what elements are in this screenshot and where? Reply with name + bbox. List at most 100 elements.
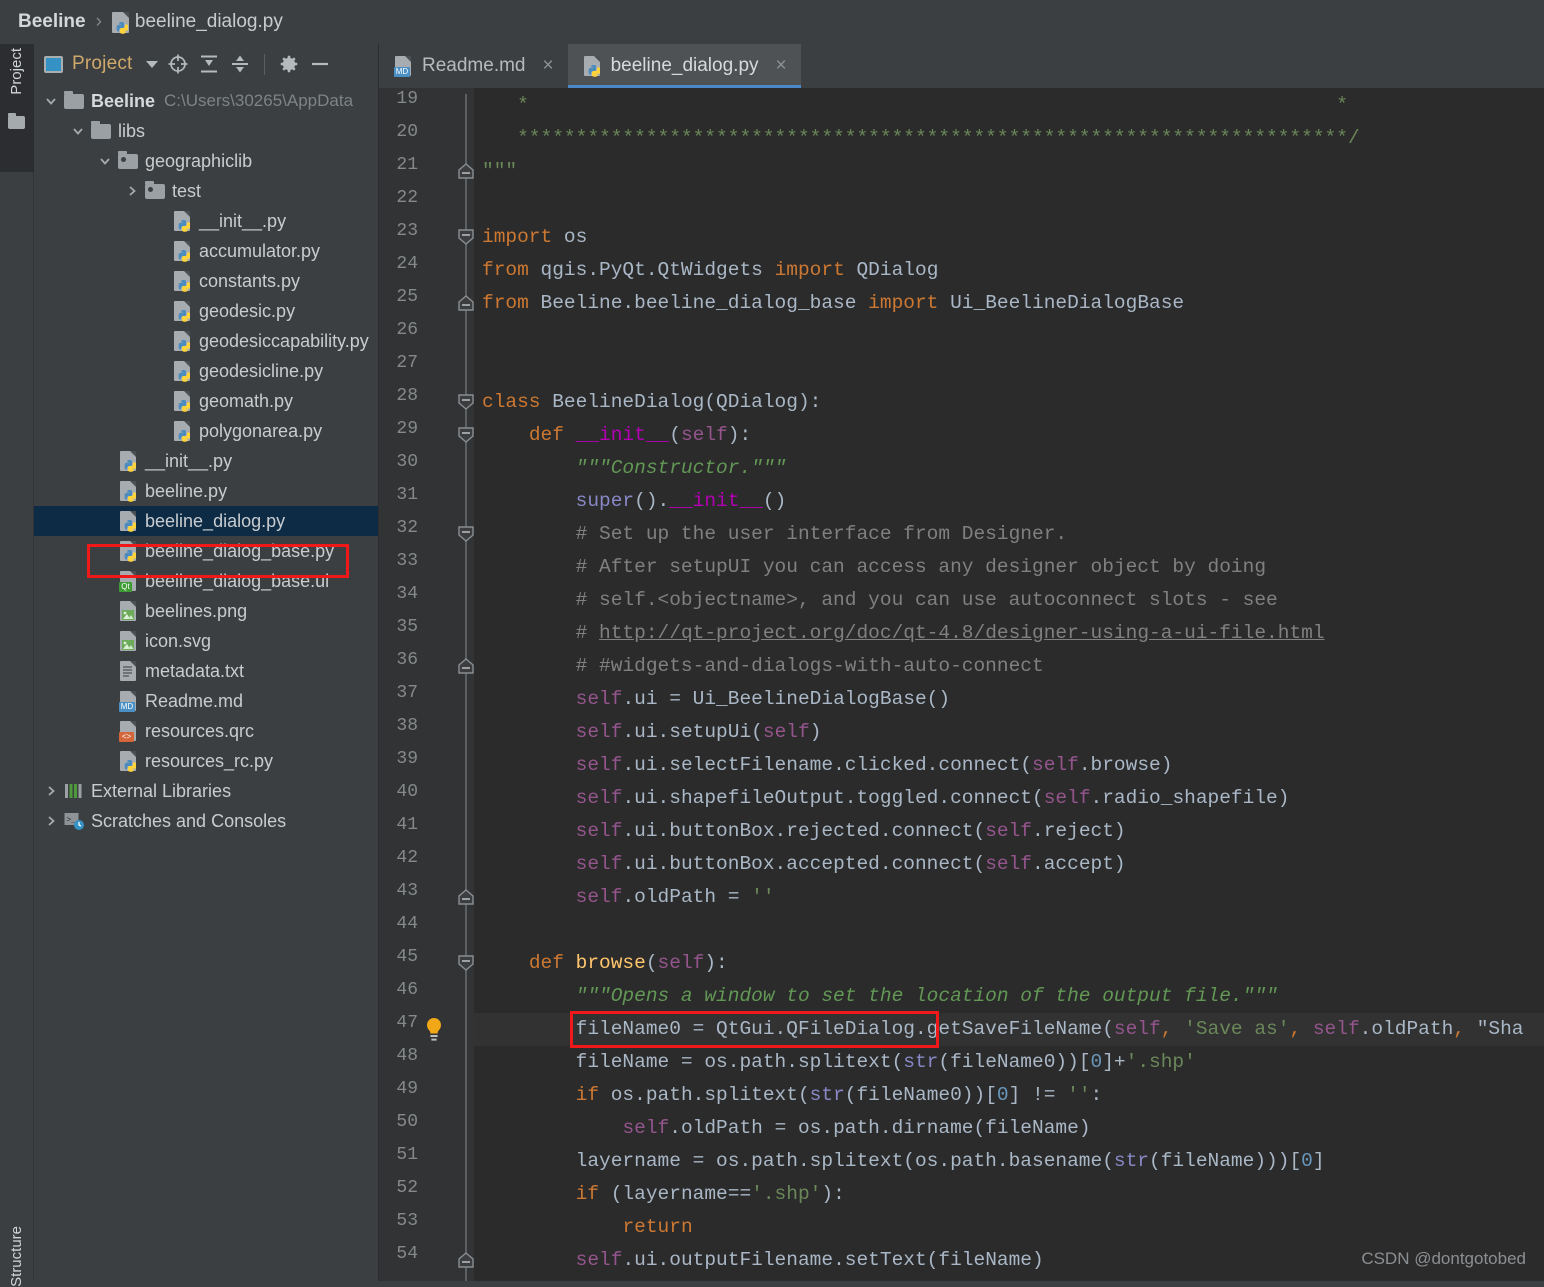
project-file-tree[interactable]: Beeline C:\Users\30265\AppData libs geograp…	[34, 84, 378, 1281]
chevron-down-icon[interactable]	[40, 94, 62, 108]
tree-item[interactable]: Qt beeline_dialog_base.ui	[34, 566, 378, 596]
close-icon[interactable]: ×	[543, 55, 554, 77]
code-line[interactable]: self.ui.selectFilename.clicked.connect(s…	[482, 749, 1173, 782]
code-line[interactable]: if (layername=='.shp'):	[482, 1178, 845, 1211]
line-number: 21	[396, 155, 418, 175]
fold-marker-icon[interactable]	[457, 955, 475, 971]
chevron-right-icon[interactable]	[40, 814, 62, 828]
tree-item[interactable]: constants.py	[34, 266, 378, 296]
tree-item[interactable]: beeline.py	[34, 476, 378, 506]
code-line[interactable]: self.ui.outputFilename.setText(fileName)	[482, 1244, 1044, 1277]
editor-tab-beeline_dialog-py[interactable]: beeline_dialog.py ×	[567, 44, 801, 88]
tree-item[interactable]: test	[34, 176, 378, 206]
code-line[interactable]: # Set up the user interface from Designe…	[482, 518, 1068, 551]
tree-item[interactable]: accumulator.py	[34, 236, 378, 266]
code-line[interactable]: # #widgets-and-dialogs-with-auto-connect	[482, 650, 1044, 683]
line-number: 39	[396, 749, 418, 769]
tree-item[interactable]: geomath.py	[34, 386, 378, 416]
code-line[interactable]: self.ui.buttonBox.accepted.connect(self.…	[482, 848, 1126, 881]
tree-item[interactable]: geographiclib	[34, 146, 378, 176]
code-line[interactable]: self.ui.shapefileOutput.toggled.connect(…	[482, 782, 1290, 815]
tree-item[interactable]: libs	[34, 116, 378, 146]
code-line[interactable]: # self.<objectname>, and you can use aut…	[482, 584, 1278, 617]
fold-marker-icon[interactable]	[457, 1252, 475, 1268]
code-text-area[interactable]: * * ************************************…	[474, 88, 1544, 1281]
code-line[interactable]: from Beeline.beeline_dialog_base import …	[482, 287, 1184, 320]
fold-marker-icon[interactable]	[457, 427, 475, 443]
code-line[interactable]: def __init__(self):	[482, 419, 751, 452]
code-line[interactable]: ****************************************…	[482, 122, 1360, 155]
tree-item[interactable]: Beeline C:\Users\30265\AppData	[34, 86, 378, 116]
tree-item[interactable]: <> resources.qrc	[34, 716, 378, 746]
fold-column[interactable]	[457, 88, 475, 1281]
code-line[interactable]: """	[482, 155, 517, 188]
tree-item-path: C:\Users\30265\AppData	[164, 91, 354, 110]
tree-item[interactable]: __init__.py	[34, 206, 378, 236]
tree-item[interactable]: geodesiccapability.py	[34, 326, 378, 356]
chevron-down-icon[interactable]	[67, 124, 89, 138]
tree-item[interactable]: beeline_dialog_base.py	[34, 536, 378, 566]
chevron-down-icon[interactable]	[145, 60, 158, 68]
tree-item-selected[interactable]: beeline_dialog.py	[34, 506, 378, 536]
fold-marker-icon[interactable]	[457, 658, 475, 674]
code-line[interactable]: # http://qt-project.org/doc/qt-4.8/desig…	[482, 617, 1325, 650]
line-number: 50	[396, 1112, 418, 1132]
chevron-right-icon[interactable]	[40, 784, 62, 798]
code-line[interactable]: return	[482, 1211, 692, 1244]
chevron-right-icon[interactable]	[121, 184, 143, 198]
code-line[interactable]: self.ui = Ui_BeelineDialogBase()	[482, 683, 950, 716]
tree-item-label: __init__.py	[145, 450, 233, 471]
code-line[interactable]: # After setupUI you can access any desig…	[482, 551, 1266, 584]
tree-item[interactable]: __init__.py	[34, 446, 378, 476]
code-line[interactable]: import os	[482, 221, 587, 254]
code-line[interactable]: self.ui.setupUi(self)	[482, 716, 822, 749]
code-line[interactable]: self.oldPath = os.path.dirname(fileName)	[482, 1112, 1090, 1145]
code-line[interactable]: fileName = os.path.splitext(str(fileName…	[482, 1046, 1196, 1079]
code-line[interactable]: super().__init__()	[482, 485, 787, 518]
code-line[interactable]: def browse(self):	[482, 947, 728, 980]
code-line[interactable]: fileName0 = QtGui.QFileDialog.getSaveFil…	[482, 1013, 1524, 1046]
tree-item[interactable]: polygonarea.py	[34, 416, 378, 446]
tree-item[interactable]: metadata.txt	[34, 656, 378, 686]
chevron-down-icon[interactable]	[94, 154, 116, 168]
code-line[interactable]: self.ui.buttonBox.rejected.connect(self.…	[482, 815, 1126, 848]
tree-item[interactable]: icon.svg	[34, 626, 378, 656]
fold-marker-icon[interactable]	[457, 889, 475, 905]
fold-marker-icon[interactable]	[457, 229, 475, 245]
minimize-icon[interactable]	[309, 53, 331, 75]
locate-target-icon[interactable]	[167, 53, 189, 75]
editor-tab-Readme-md[interactable]: MD Readme.md ×	[379, 44, 568, 88]
code-line[interactable]: if os.path.splitext(str(fileName0))[0] !…	[482, 1079, 1103, 1112]
tree-item[interactable]: resources_rc.py	[34, 746, 378, 776]
code-editor[interactable]: 19 20 21 22 23 24 25 26 27 28 29 30 31 32 33 34 35 36 37 38…	[379, 88, 1544, 1281]
fold-marker-icon[interactable]	[457, 394, 475, 410]
breadcrumb-file[interactable]: beeline_dialog.py	[135, 11, 283, 33]
code-line[interactable]: class BeelineDialog(QDialog):	[482, 386, 821, 419]
collapse-all-icon[interactable]	[198, 53, 220, 75]
lightbulb-icon[interactable]	[423, 1017, 445, 1043]
tree-item[interactable]: MD Readme.md	[34, 686, 378, 716]
fold-marker-icon[interactable]	[457, 295, 475, 311]
editor-gutter[interactable]: 19 20 21 22 23 24 25 26 27 28 29 30 31 32 33 34 35 36 37 38…	[379, 88, 474, 1281]
tree-item[interactable]: geodesicline.py	[34, 356, 378, 386]
tree-item-label: beeline_dialog_base.ui	[145, 570, 330, 591]
file-icon-slot	[116, 451, 140, 472]
tree-item[interactable]: geodesic.py	[34, 296, 378, 326]
code-line[interactable]: * *	[482, 89, 1348, 122]
close-icon[interactable]: ×	[776, 55, 787, 77]
tree-item[interactable]: beelines.png	[34, 596, 378, 626]
code-line[interactable]: from qgis.PyQt.QtWidgets import QDialog	[482, 254, 938, 287]
code-line[interactable]: """Opens a window to set the location of…	[482, 980, 1278, 1013]
tool-tab-project[interactable]: Project	[8, 48, 25, 95]
fold-marker-icon[interactable]	[457, 526, 475, 542]
code-line[interactable]: self.oldPath = ''	[482, 881, 775, 914]
gear-icon[interactable]	[278, 53, 300, 75]
fold-marker-icon[interactable]	[457, 163, 475, 179]
tree-item[interactable]: External Libraries	[34, 776, 378, 806]
expand-all-icon[interactable]	[229, 53, 251, 75]
tool-tab-structure[interactable]: Structure	[8, 1226, 25, 1287]
tree-item[interactable]: >_ Scratches and Consoles	[34, 806, 378, 836]
code-line[interactable]: layername = os.path.splitext(os.path.bas…	[482, 1145, 1325, 1178]
breadcrumb-root[interactable]: Beeline	[18, 11, 86, 33]
code-line[interactable]: """Constructor."""	[482, 452, 787, 485]
